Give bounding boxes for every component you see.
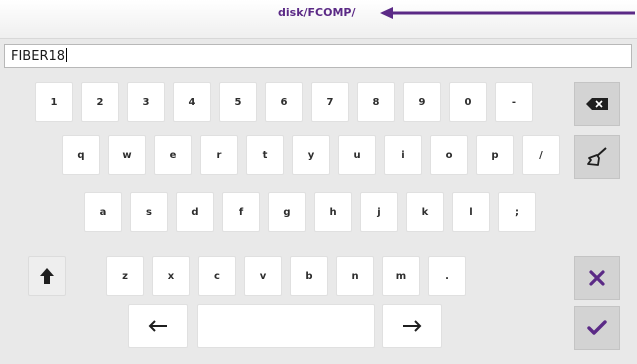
key[interactable]: d [176, 192, 214, 232]
key[interactable]: 0 [449, 82, 487, 122]
key[interactable]: e [154, 135, 192, 175]
key[interactable]: 2 [81, 82, 119, 122]
key[interactable]: / [522, 135, 560, 175]
key[interactable]: r [200, 135, 238, 175]
key[interactable]: s [130, 192, 168, 232]
key[interactable]: 4 [173, 82, 211, 122]
key[interactable]: 7 [311, 82, 349, 122]
key[interactable]: v [244, 256, 282, 296]
cursor-left-key[interactable] [128, 304, 188, 348]
key[interactable]: 9 [403, 82, 441, 122]
key[interactable]: w [108, 135, 146, 175]
text-caret [66, 48, 68, 62]
key[interactable]: 3 [127, 82, 165, 122]
key[interactable]: k [406, 192, 444, 232]
key[interactable]: . [428, 256, 466, 296]
backspace-button[interactable] [574, 82, 620, 126]
checkmark-icon [587, 320, 607, 335]
key[interactable]: n [336, 256, 374, 296]
key[interactable]: f [222, 192, 260, 232]
key[interactable]: 1 [35, 82, 73, 122]
key[interactable]: z [106, 256, 144, 296]
key[interactable]: t [246, 135, 284, 175]
key[interactable]: j [360, 192, 398, 232]
broom-icon [587, 147, 607, 166]
filename-input[interactable]: FIBER18 [4, 44, 632, 68]
key[interactable]: b [290, 256, 328, 296]
clear-button[interactable] [574, 135, 620, 179]
cursor-right-key[interactable] [382, 304, 442, 348]
shift-up-arrow-icon [40, 268, 54, 284]
key[interactable]: - [495, 82, 533, 122]
key[interactable]: ; [498, 192, 536, 232]
right-arrow-icon [403, 320, 422, 332]
filename-input-value: FIBER18 [11, 48, 68, 64]
key[interactable]: 8 [357, 82, 395, 122]
key[interactable]: p [476, 135, 514, 175]
cancel-button[interactable] [574, 256, 620, 300]
key[interactable]: l [452, 192, 490, 232]
key[interactable]: o [430, 135, 468, 175]
confirm-button[interactable] [574, 306, 620, 350]
header-bar: disk/FCOMP/ [0, 0, 637, 39]
key[interactable]: c [198, 256, 236, 296]
key[interactable]: i [384, 135, 422, 175]
key[interactable]: y [292, 135, 330, 175]
key[interactable]: u [338, 135, 376, 175]
key[interactable]: q [62, 135, 100, 175]
shift-key[interactable] [28, 256, 66, 296]
key[interactable]: 5 [219, 82, 257, 122]
close-icon [589, 270, 605, 286]
pointer-arrow-icon [380, 7, 635, 19]
key[interactable]: g [268, 192, 306, 232]
key[interactable]: 6 [265, 82, 303, 122]
backspace-icon [586, 98, 608, 110]
space-key[interactable] [197, 304, 375, 348]
virtual-keyboard-screen: disk/FCOMP/ FIBER18 1234567890- qwertyuio… [0, 0, 637, 364]
key[interactable]: a [84, 192, 122, 232]
left-arrow-icon [148, 320, 167, 332]
key[interactable]: m [382, 256, 420, 296]
key[interactable]: x [152, 256, 190, 296]
key[interactable]: h [314, 192, 352, 232]
current-path: disk/FCOMP/ [278, 6, 356, 19]
